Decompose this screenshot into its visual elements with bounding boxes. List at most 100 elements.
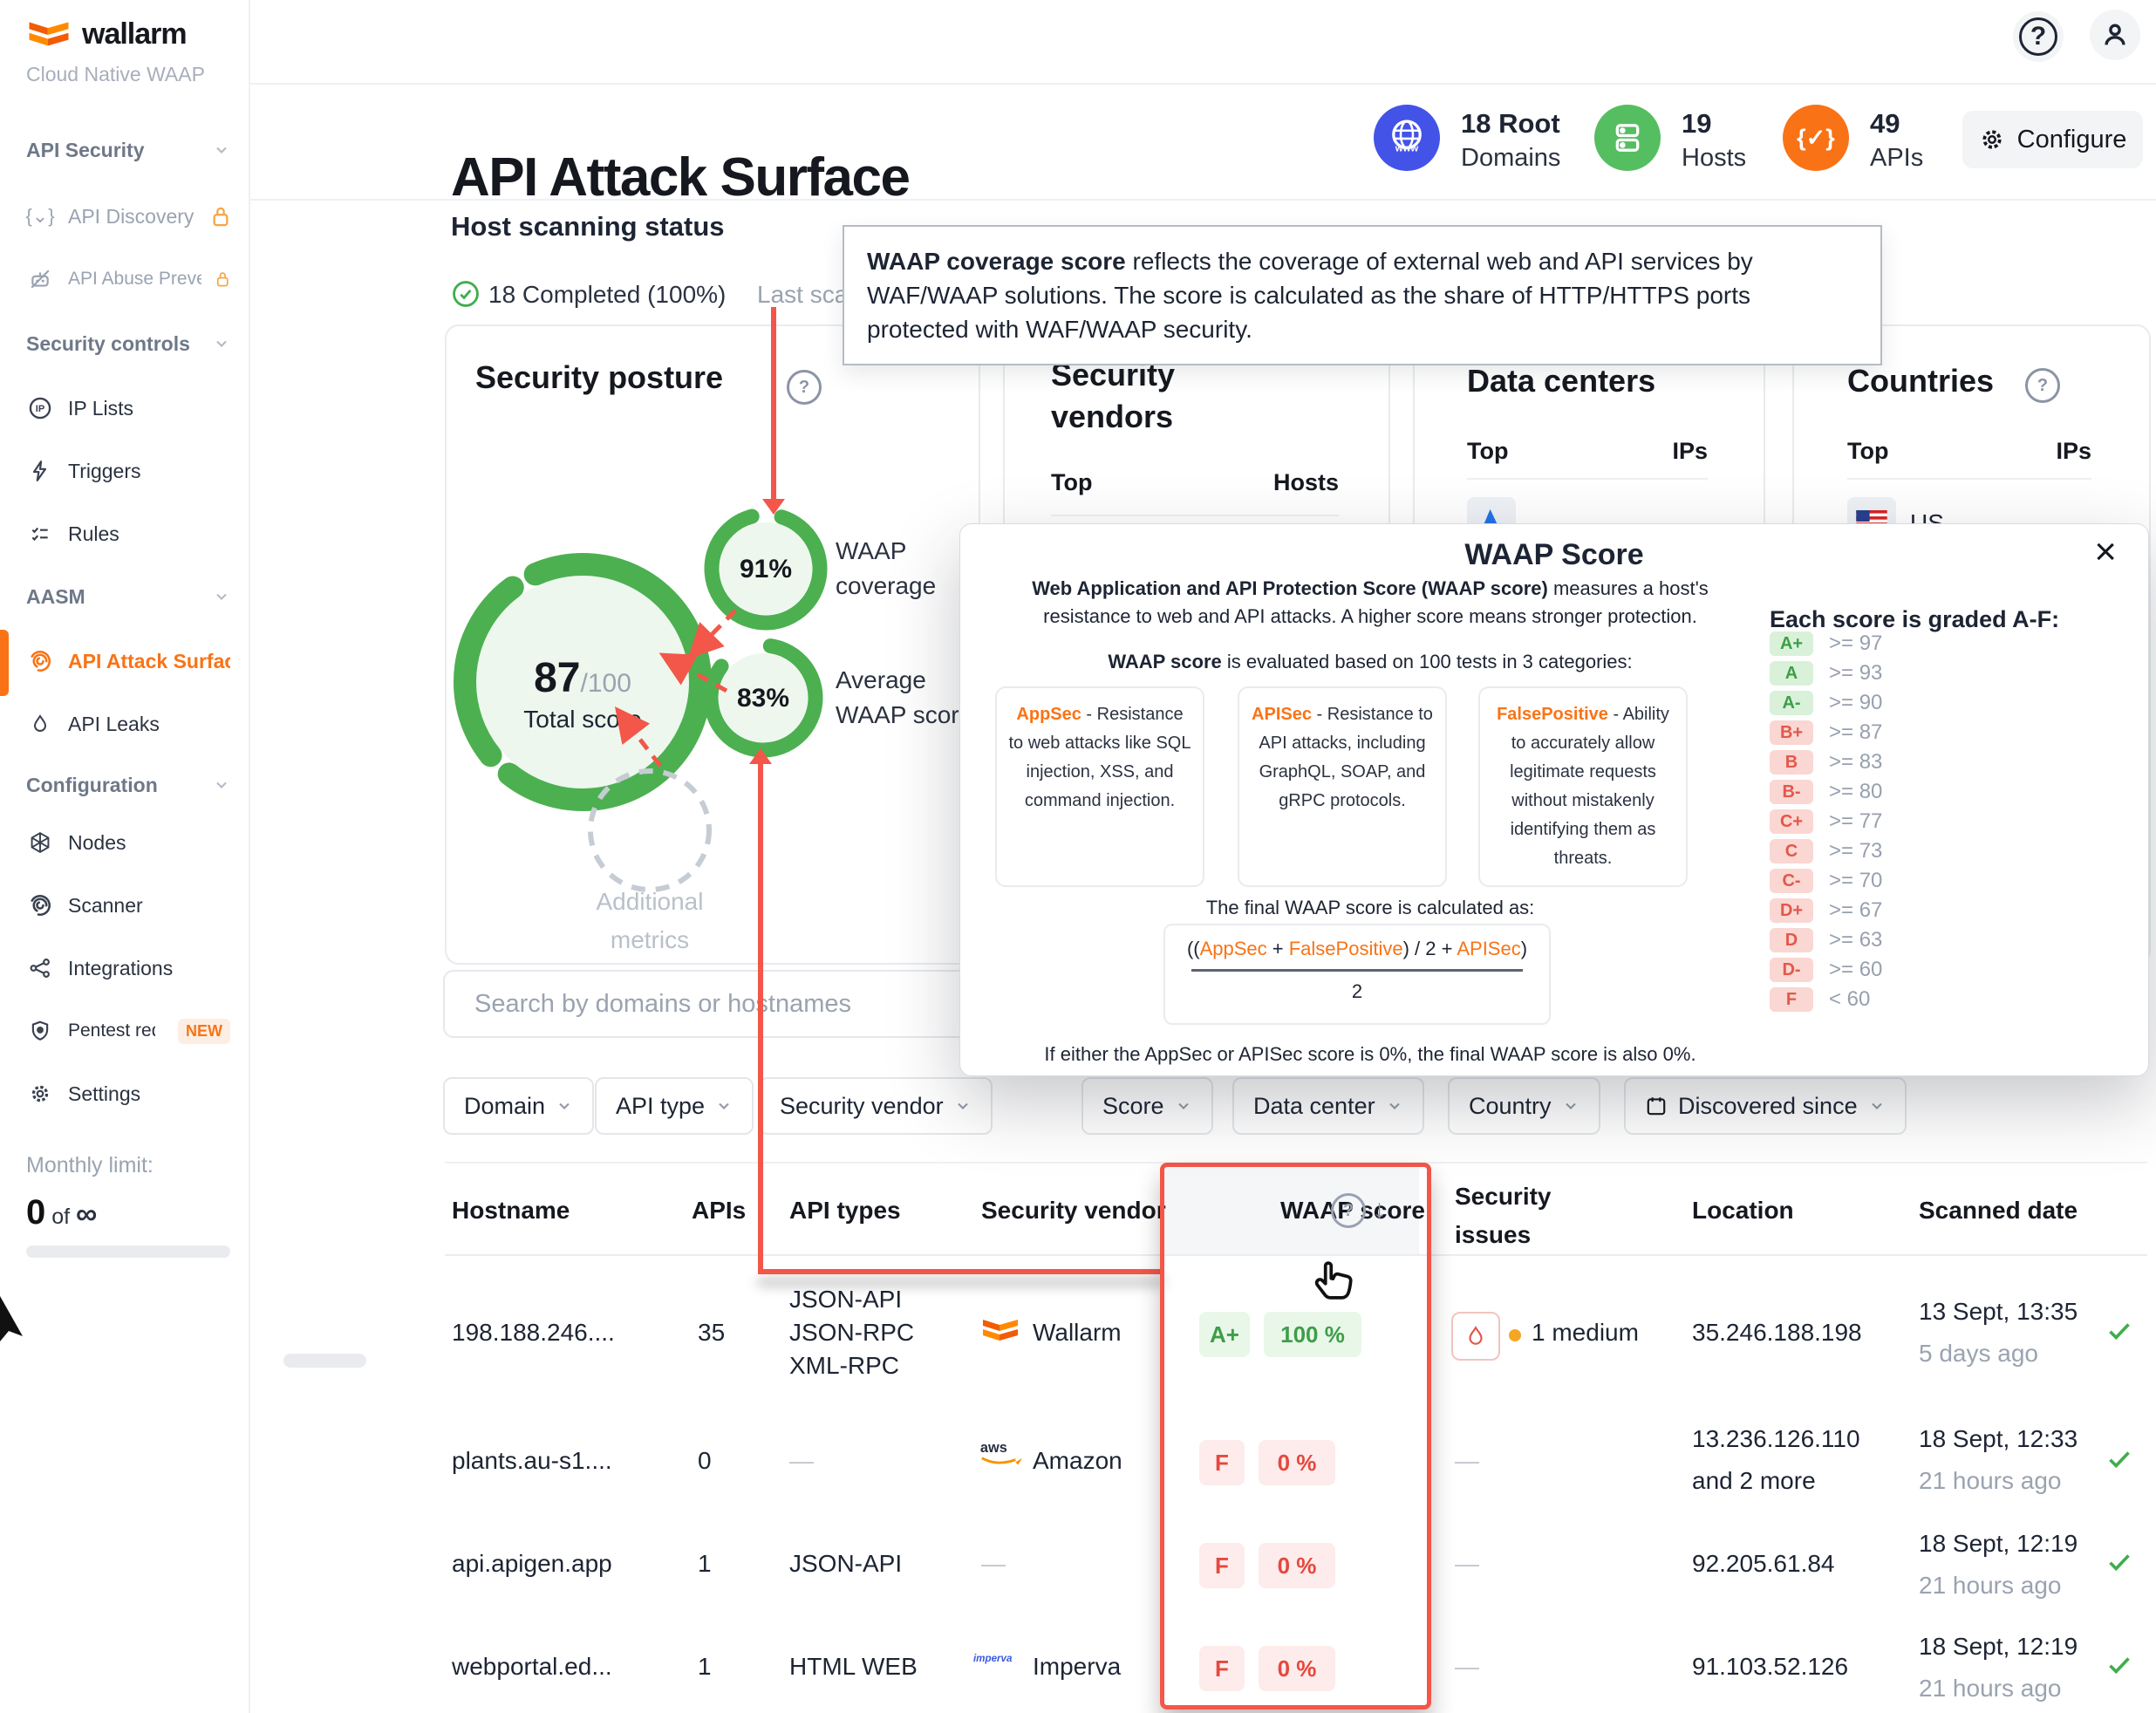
- cell-hostname[interactable]: webportal.ed...: [452, 1653, 612, 1681]
- waap-score-modal: WAAP Score × Web Application and API Pro…: [959, 523, 2149, 1076]
- formula-caption: The final WAAP score is calculated as:: [995, 894, 1745, 922]
- sort-desc-icon[interactable]: ↓: [1373, 1195, 1386, 1225]
- filter-discovered-since[interactable]: Discovered since: [1624, 1077, 1907, 1135]
- cell-date: 18 Sept, 12:33: [1919, 1425, 2078, 1453]
- sidebar-item-nodes[interactable]: Nodes: [26, 822, 230, 863]
- sidebar-item-api-abuse-prevention[interactable]: API Abuse Prevention: [26, 258, 230, 300]
- grade-badge: B-: [1770, 780, 1813, 804]
- lightning-icon: [26, 460, 54, 482]
- filter-security-vendor[interactable]: Security vendor: [759, 1077, 993, 1135]
- cell-location: 92.205.61.84: [1692, 1550, 1835, 1578]
- cell-location-more[interactable]: and 2 more: [1692, 1467, 1816, 1495]
- grade-row: B+>= 87: [1770, 720, 1882, 746]
- new-badge: NEW: [178, 1019, 230, 1044]
- waap-score-help-icon[interactable]: ?: [1331, 1193, 1366, 1228]
- col-header-apis[interactable]: APIs: [692, 1197, 746, 1225]
- sidebar-item-scanner[interactable]: Scanner: [26, 884, 230, 926]
- grade-threshold: >= 63: [1829, 928, 1882, 952]
- sidebar-item-label: Scanner: [68, 894, 143, 918]
- monthly-limit-progressbar: [26, 1246, 230, 1258]
- sidebar-section-configuration[interactable]: Configuration: [26, 768, 230, 802]
- sidebar-item-api-discovery[interactable]: {⌄} API Discovery: [26, 195, 230, 237]
- cell-date: 18 Sept, 12:19: [1919, 1633, 2078, 1661]
- cell-vendor: Imperva: [1033, 1653, 1121, 1681]
- sidebar-section-api-security[interactable]: API Security: [26, 133, 230, 167]
- filter-data-center[interactable]: Data center: [1232, 1077, 1424, 1135]
- table-scrollbar[interactable]: [283, 1354, 366, 1368]
- category-card-apisec: APISec - Resistance to API attacks, incl…: [1238, 686, 1447, 887]
- sidebar-item-api-leaks[interactable]: API Leaks: [26, 703, 230, 745]
- scan-ok-icon: [2104, 1649, 2135, 1681]
- cell-api-type: JSON-API: [789, 1286, 902, 1314]
- monthly-limit-value: 0 of ∞: [26, 1193, 97, 1232]
- filter-label: API type: [616, 1093, 705, 1120]
- total-score-value: 87: [534, 655, 580, 701]
- droplet-icon: [26, 713, 54, 735]
- grade-threshold: >= 73: [1829, 839, 1882, 863]
- stat-label: Hosts: [1682, 141, 1746, 174]
- svg-text:IP: IP: [36, 404, 45, 414]
- grade-threshold: >= 93: [1829, 661, 1882, 686]
- cell-apis: 1: [698, 1550, 712, 1578]
- user-menu-button[interactable]: [2090, 10, 2140, 60]
- sidebar-section-aasm[interactable]: AASM: [26, 579, 230, 614]
- countries-divider: [1847, 478, 2091, 480]
- countries-help-icon[interactable]: ?: [2025, 368, 2060, 403]
- help-button[interactable]: ?: [2013, 11, 2064, 62]
- cell-hostname[interactable]: api.apigen.app: [452, 1550, 612, 1578]
- modal-eval-bold: WAAP score: [1108, 651, 1221, 672]
- filter-country[interactable]: Country: [1448, 1077, 1600, 1135]
- aws-vendor-logo: aws: [979, 1437, 1024, 1467]
- grades-title: Each score is graded A-F:: [1770, 606, 2059, 633]
- chevron-down-icon: [213, 588, 230, 605]
- posture-donut-chart: [445, 324, 977, 961]
- sidebar-item-settings[interactable]: Settings: [26, 1073, 230, 1115]
- chevron-down-icon: [556, 1097, 573, 1115]
- stat-value: 49: [1870, 106, 1923, 141]
- cell-vendor: Wallarm: [1033, 1319, 1122, 1347]
- stat-root-domains: 18 Root Domains: [1461, 106, 1560, 174]
- col-header-api-types[interactable]: API types: [789, 1197, 901, 1225]
- sidebar-section-security-controls[interactable]: Security controls: [26, 326, 230, 361]
- filter-score[interactable]: Score: [1081, 1077, 1213, 1135]
- infinity-glyph: ∞: [76, 1198, 97, 1231]
- hosts-icon: [1594, 105, 1661, 171]
- filter-api-type[interactable]: API type: [595, 1077, 754, 1135]
- stat-label: APIs: [1870, 141, 1923, 174]
- col-header-hostname[interactable]: Hostname: [452, 1197, 570, 1225]
- grade-badge: D-: [1770, 958, 1813, 982]
- vendors-divider: [1051, 515, 1339, 516]
- cell-issues: —: [1455, 1550, 1479, 1578]
- sidebar-item-label: API Leaks: [68, 713, 160, 736]
- grade-badge: D: [1770, 928, 1813, 952]
- help-glyph: ?: [2037, 376, 2048, 396]
- col-header-security-vendor[interactable]: Security vendor: [981, 1197, 1166, 1225]
- chevron-down-icon: [1562, 1097, 1579, 1115]
- close-icon[interactable]: ×: [2094, 533, 2117, 571]
- sidebar-item-integrations[interactable]: Integrations: [26, 947, 230, 989]
- sidebar-item-ip-lists[interactable]: IP IP Lists: [26, 387, 230, 429]
- cell-location: 91.103.52.126: [1692, 1653, 1848, 1681]
- sidebar-item-triggers[interactable]: Triggers: [26, 450, 230, 492]
- modal-eval-rest: is evaluated based on 100 tests in 3 cat…: [1222, 651, 1633, 672]
- cell-api-type: HTML WEB: [789, 1653, 918, 1681]
- configure-button[interactable]: Configure: [1962, 111, 2143, 168]
- apis-icon: {✓}: [1783, 105, 1849, 171]
- filter-domain[interactable]: Domain: [443, 1077, 594, 1135]
- col-header-scanned-date[interactable]: Scanned date: [1919, 1197, 2078, 1225]
- collapse-cursor-icon[interactable]: [0, 1296, 26, 1345]
- lock-icon: [215, 268, 230, 290]
- formula-part: +: [1267, 938, 1289, 959]
- cell-api-type: JSON-API: [789, 1550, 902, 1578]
- sidebar-item-rules[interactable]: Rules: [26, 513, 230, 555]
- sidebar-item-pentest-request[interactable]: Pentest request NEW: [26, 1010, 230, 1052]
- col-header-security-issues[interactable]: Security issues: [1455, 1177, 1577, 1254]
- cell-hostname[interactable]: 198.188.246....: [452, 1319, 615, 1347]
- leak-drop-icon[interactable]: [1451, 1312, 1500, 1361]
- brand-logo[interactable]: wallarm: [26, 17, 187, 51]
- cell-hostname[interactable]: plants.au-s1....: [452, 1447, 612, 1475]
- section-label: AASM: [26, 585, 85, 609]
- cell-issues[interactable]: 1 medium: [1532, 1319, 1639, 1347]
- col-header-location[interactable]: Location: [1692, 1197, 1794, 1225]
- sidebar-item-api-attack-surface[interactable]: API Attack Surface: [26, 640, 230, 682]
